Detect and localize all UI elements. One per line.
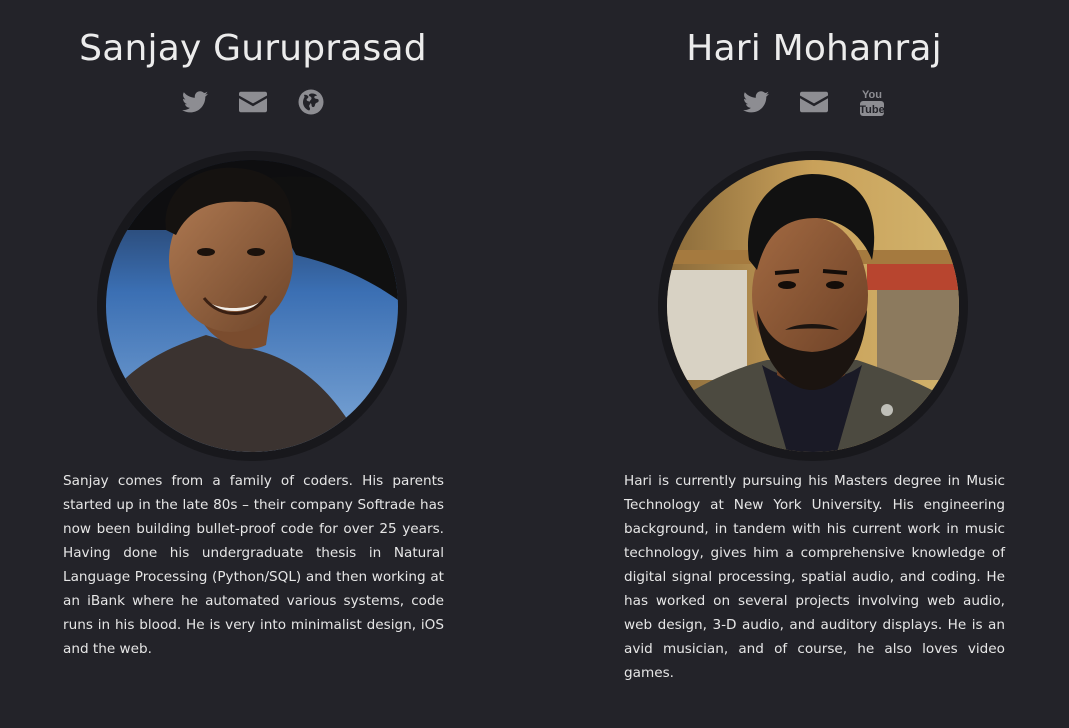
youtube-icon-text-you: You	[862, 89, 882, 101]
avatar-frame	[658, 151, 968, 461]
profile-name: Hari Mohanraj	[686, 28, 942, 69]
email-icon[interactable]	[239, 88, 267, 116]
twitter-icon[interactable]	[742, 88, 770, 116]
youtube-icon-text-tube: Tube	[859, 104, 884, 116]
profile-bio: Hari is currently pursuing his Masters d…	[624, 473, 1005, 681]
youtube-icon[interactable]: You Tube	[858, 88, 886, 116]
globe-icon[interactable]	[297, 88, 325, 116]
profile-bio: Sanjay comes from a family of coders. Hi…	[63, 473, 444, 657]
twitter-icon[interactable]	[181, 88, 209, 116]
avatar	[106, 160, 398, 452]
avatar-frame	[97, 151, 407, 461]
social-links: You Tube	[594, 88, 1034, 116]
email-icon[interactable]	[800, 88, 828, 116]
profile-name: Sanjay Guruprasad	[79, 28, 427, 69]
avatar	[667, 160, 959, 452]
social-links	[33, 88, 473, 116]
